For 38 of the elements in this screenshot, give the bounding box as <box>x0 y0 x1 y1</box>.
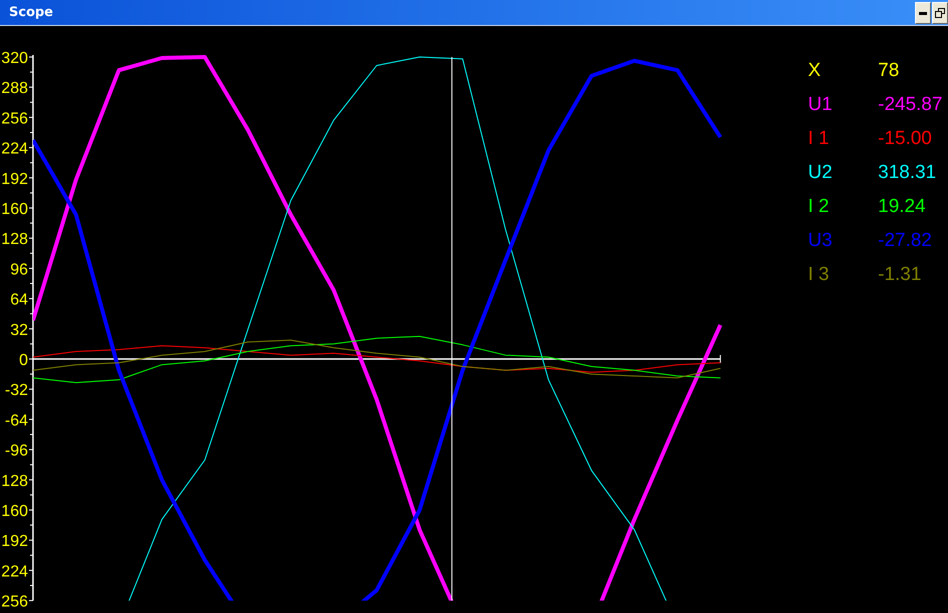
y-tick-label: -64 <box>4 412 28 430</box>
readout-label: U2 <box>808 161 834 185</box>
readout-value: 318.31 <box>878 161 938 185</box>
readout-label: I 1 <box>808 127 830 151</box>
readout-label: U3 <box>808 229 834 253</box>
y-tick-label: 192 <box>1 533 28 550</box>
y-tick-label: 160 <box>1 503 28 520</box>
y-tick-label: 64 <box>10 292 28 309</box>
y-tick-label: 160 <box>1 201 28 218</box>
y-tick-label: 32 <box>10 322 28 339</box>
y-tick-label: 96 <box>10 261 28 278</box>
y-tick-label: 256 <box>1 594 28 611</box>
minimize-button[interactable] <box>915 2 931 24</box>
readout-value: -1.31 <box>878 263 922 287</box>
readout-value: -245.87 <box>878 93 942 117</box>
y-tick-label: -32 <box>4 382 28 400</box>
readout-label: X <box>808 59 822 83</box>
readout-label: I 3 <box>808 263 830 287</box>
readout-value: 78 <box>878 59 900 83</box>
y-tick-label: -96 <box>4 442 28 460</box>
readout-value: -15.00 <box>878 127 933 151</box>
y-tick-label: 288 <box>1 80 28 98</box>
window-title: Scope <box>8 5 54 20</box>
y-tick-label: 128 <box>1 472 28 490</box>
y-tick-label: 128 <box>1 231 28 248</box>
y-tick-label: 192 <box>1 170 28 188</box>
y-tick-label: 320 <box>1 50 28 68</box>
restore-button[interactable] <box>932 2 948 24</box>
minimize-icon <box>919 12 927 14</box>
readout-label: I 2 <box>808 195 830 219</box>
y-tick-label: 0 <box>19 352 28 369</box>
y-tick-label: 224 <box>1 563 28 580</box>
readout-value: 19.24 <box>878 195 927 219</box>
y-tick-label: 224 <box>1 140 28 158</box>
y-tick-label: 256 <box>1 110 28 128</box>
readout-value: -27.82 <box>878 229 933 253</box>
readout-label: U1 <box>808 93 834 117</box>
restore-icon <box>935 8 945 18</box>
